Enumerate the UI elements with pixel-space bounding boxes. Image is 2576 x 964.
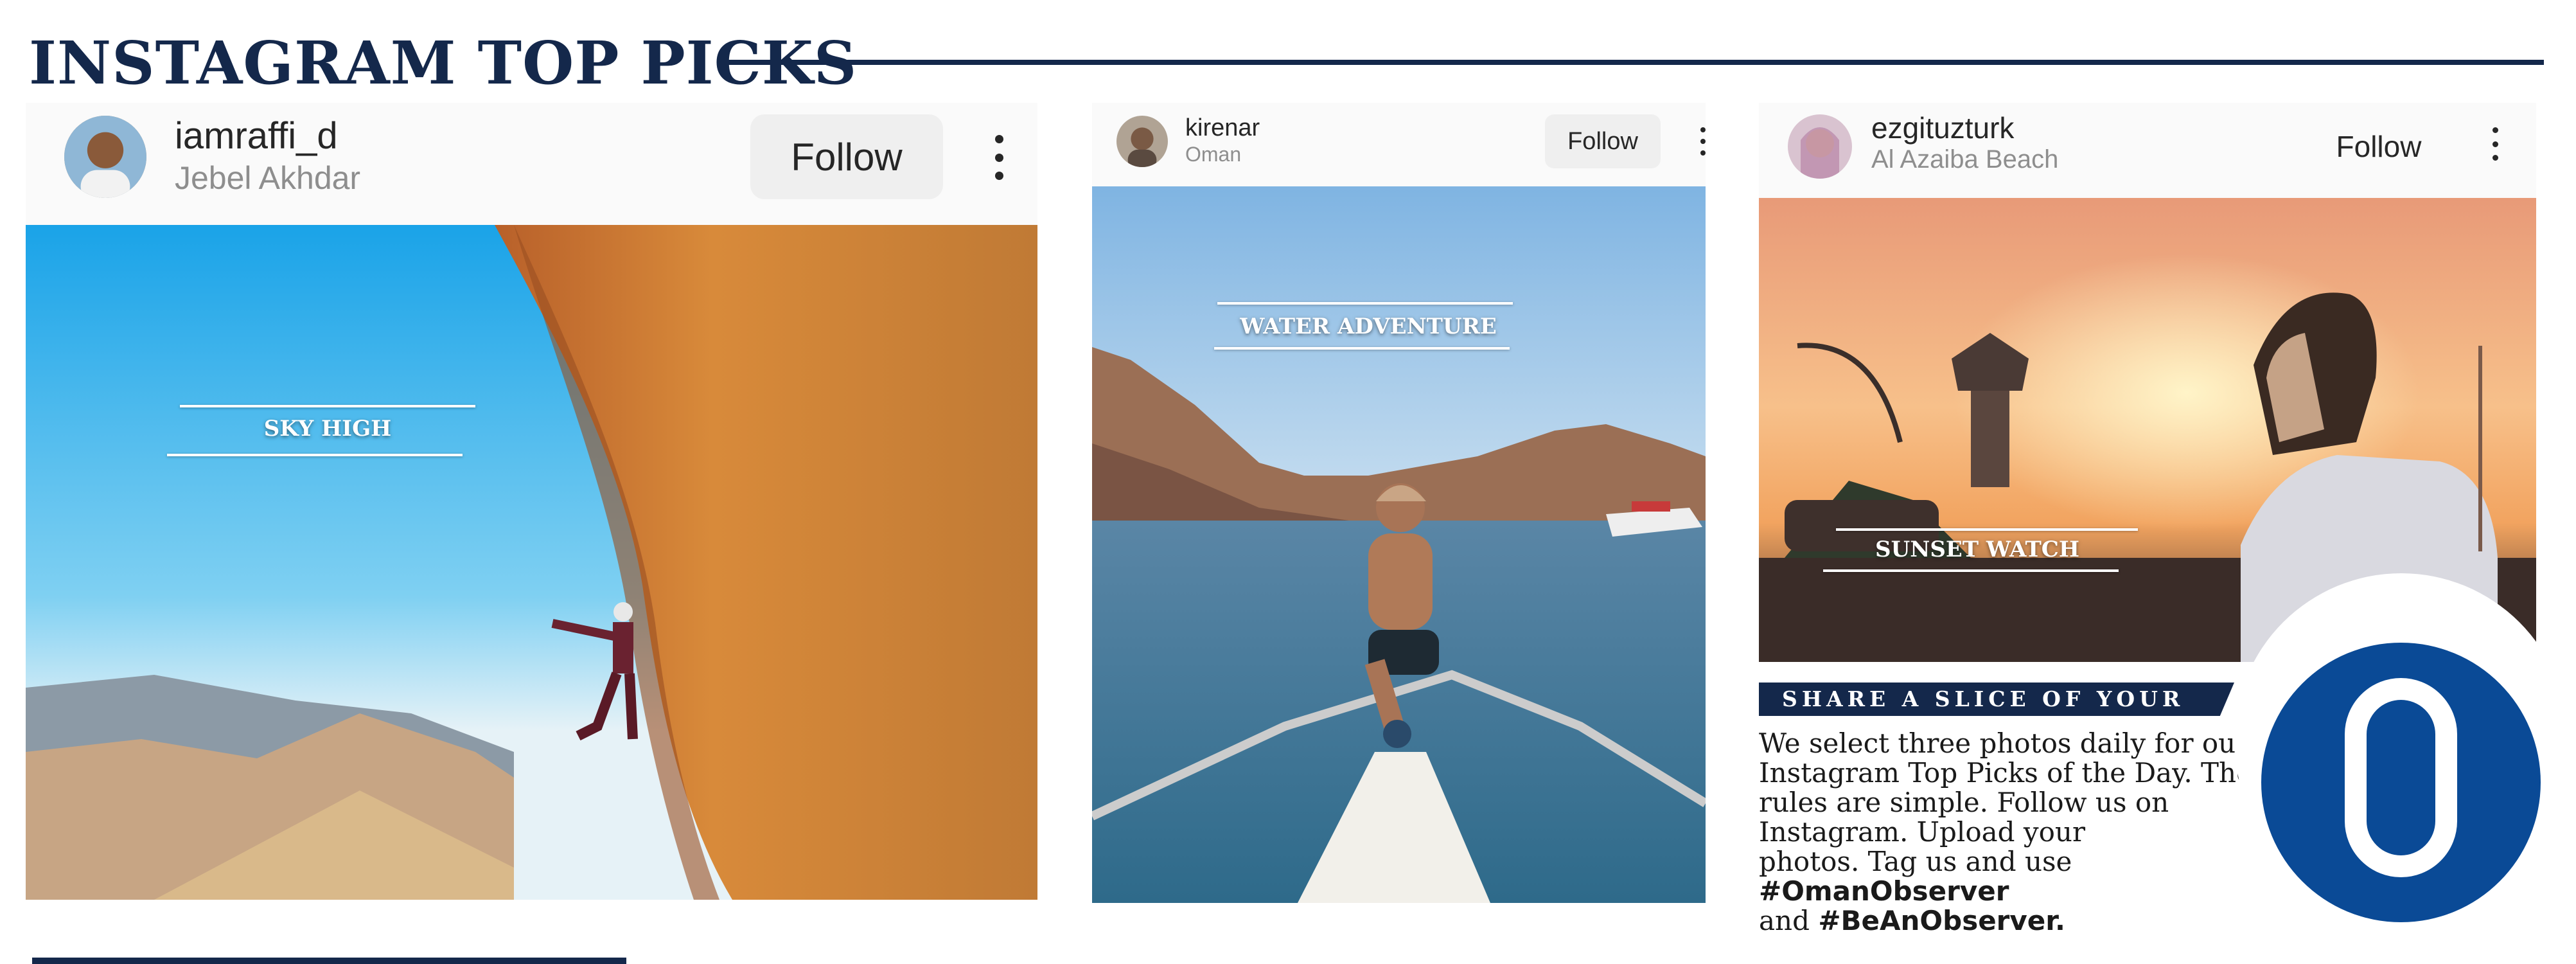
more-options-icon[interactable] <box>1699 127 1706 156</box>
caption-rule-bottom <box>167 454 463 456</box>
promo-line: rules are simple. Follow us on <box>1759 787 2169 818</box>
post-caption: WATER ADVENTURE <box>1240 314 1497 339</box>
bottom-divider <box>32 958 626 964</box>
post-username[interactable]: ezgituzturk <box>1871 111 2014 145</box>
post-location[interactable]: Al Azaiba Beach <box>1871 145 2058 174</box>
hashtag-be-an-observer[interactable]: #BeAnObserver <box>1818 905 2055 936</box>
caption-rule-bottom <box>1214 347 1510 350</box>
promo-line: photos. Tag us and use <box>1759 846 2072 877</box>
caption-rule-bottom <box>1823 569 2119 572</box>
post-location[interactable]: Jebel Akhdar <box>175 159 360 197</box>
promo-and: and <box>1759 905 1819 936</box>
post-header: ezgituzturk Al Azaiba Beach Follow <box>1759 103 2536 198</box>
follow-button[interactable]: Follow <box>2324 122 2433 171</box>
promo-period: . <box>2054 905 2065 936</box>
caption-rule-top <box>1217 302 1513 305</box>
post-caption: SUNSET WATCH <box>1875 537 2079 562</box>
promo-line: We select three photos daily for our <box>1759 727 2249 759</box>
more-options-icon[interactable] <box>992 135 1005 180</box>
post-photo <box>26 225 1037 900</box>
logo-letter-o <box>2345 678 2457 877</box>
caption-rule-top <box>180 405 475 407</box>
follow-button[interactable]: Follow <box>750 114 943 199</box>
hashtag-oman-observer[interactable]: #OmanObserver <box>1759 875 2009 907</box>
avatar-image <box>64 116 146 198</box>
promo-line: Instagram Top Picks of the Day. The <box>1759 757 2252 789</box>
follow-button[interactable]: Follow <box>1545 114 1661 168</box>
promo-text: We select three photos daily for our Ins… <box>1759 729 2260 936</box>
avatar[interactable] <box>1116 116 1168 167</box>
avatar-image <box>1116 116 1168 167</box>
avatar[interactable] <box>1788 114 1852 179</box>
avatar[interactable] <box>64 116 146 198</box>
post-photo <box>1092 186 1706 903</box>
more-options-icon[interactable] <box>2491 127 2499 161</box>
share-banner: SHARE A SLICE OF YOUR LIFE <box>1759 683 2234 716</box>
avatar-image <box>1788 114 1852 179</box>
post-location[interactable]: Oman <box>1185 143 1241 166</box>
post-card-2: kirenar Oman Follow WATER ADVENTURE <box>1092 103 1706 903</box>
post-username[interactable]: iamraffi_d <box>175 114 338 157</box>
caption-rule-top <box>1836 528 2138 531</box>
post-header: iamraffi_d Jebel Akhdar Follow <box>26 103 1037 225</box>
promo-line: Instagram. Upload your <box>1759 816 2086 848</box>
post-caption: SKY HIGH <box>263 416 392 442</box>
post-card-1: iamraffi_d Jebel Akhdar Follow SKY HIGH <box>26 103 1037 900</box>
post-header: kirenar Oman Follow <box>1092 103 1706 186</box>
post-username[interactable]: kirenar <box>1185 114 1260 142</box>
title-divider <box>719 60 2544 65</box>
